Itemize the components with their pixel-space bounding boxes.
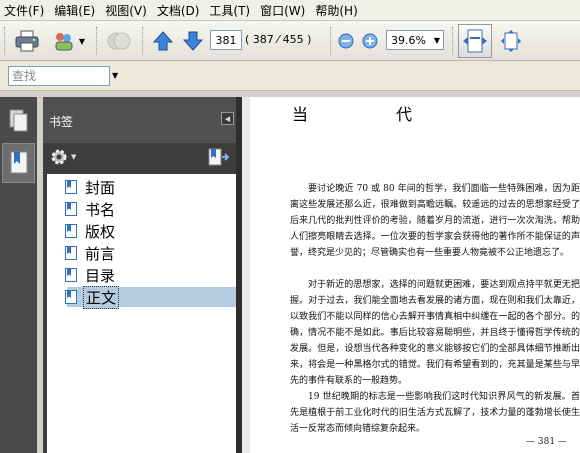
menu-edit[interactable]: 编辑(E) [54,2,95,19]
collaborate-icon [55,33,73,51]
bookmark-label: 前言 [85,244,116,263]
zoom-out-button[interactable] [336,27,356,55]
security-button[interactable] [104,27,134,55]
find-bar: 查找 ▼ [0,61,580,91]
toolbar: ▼ 381 ( 387 ⁄ 455 ) 39.6% ▼ [0,21,580,61]
bookmark-label: 版权 [85,222,116,241]
pdf-page[interactable]: 当 代 要讨论晚近 70 或 80 年间的哲学，我们面临一些特殊困难，因为距离这… [250,97,580,453]
bookmark-icon [10,151,27,174]
zoom-value: 39.6% [391,33,426,47]
gear-icon [51,149,67,165]
toolbar-grip[interactable] [4,27,7,55]
bookmark-item[interactable]: 封面 [65,177,117,197]
menu-window[interactable]: 窗口(W) [260,2,305,19]
bookmark-label: 正文 [83,285,120,309]
toolbar-grip[interactable] [330,27,333,55]
next-page-icon [182,31,204,51]
menu-file[interactable]: 文件(F) [4,2,44,19]
collaborate-button[interactable]: ▼ [48,27,88,55]
toolbar-grip[interactable] [96,27,99,55]
collapse-panel-button[interactable]: ◀ [221,112,234,125]
security-icon [107,32,131,50]
previous-page-button[interactable] [150,27,176,55]
panel-title: 书签 [49,115,74,129]
bookmark-item[interactable]: 书名 [65,199,117,219]
bookmarks-panel: 书签 ◀ ▼ 封面 书名 版权 前言 目录 正文 [43,97,239,453]
bookmark-label: 目录 [85,266,116,285]
find-input[interactable]: 查找 [8,66,110,86]
bookmark-item[interactable]: 版权 [65,221,117,241]
menu-document[interactable]: 文档(D) [157,2,200,19]
paragraph: 19 世纪晚期的标志是一些影响我们这时代知识界风气的新发展。首先是植根于前工业化… [290,392,580,434]
menu-tools[interactable]: 工具(T) [209,2,250,19]
bookmark-item[interactable]: 目录 [65,265,117,285]
next-page-button[interactable] [180,27,206,55]
expand-bookmark-button[interactable] [207,148,230,169]
navigation-strip [0,97,37,453]
bookmark-item-selected[interactable]: 正文 [65,285,120,309]
chevron-down-icon[interactable]: ▼ [112,71,118,80]
zoom-in-button[interactable] [360,27,380,55]
print-button[interactable] [12,27,42,55]
bookmark-item[interactable]: 前言 [65,243,117,263]
menu-bar: 文件(F) 编辑(E) 视图(V) 文档(D) 工具(T) 窗口(W) 帮助(H… [0,0,580,21]
bookmark-expand-icon [208,148,230,166]
page-number: — 381 — [526,437,567,447]
bookmark-icon [65,246,77,260]
fit-width-icon [463,29,487,53]
panel-header: 书签 ◀ [43,97,239,143]
zoom-select[interactable]: 39.6% ▼ [386,30,444,50]
menu-help[interactable]: 帮助(H) [315,2,357,19]
bookmark-icon [65,224,77,238]
chevron-down-icon: ▼ [71,153,77,161]
bookmark-icon [65,268,77,282]
previous-page-icon [152,31,174,51]
print-icon [15,30,39,52]
chevron-down-icon: ▼ [78,36,86,46]
bookmark-icon [65,202,77,216]
bookmark-label: 书名 [85,200,116,219]
current-page-input[interactable]: 381 [210,30,242,50]
fit-width-button[interactable] [458,24,492,58]
bookmark-icon [65,290,77,304]
pages-icon [9,109,27,132]
bookmarks-button[interactable] [2,143,35,183]
panel-toolbar: ▼ [43,143,239,173]
chevron-down-icon[interactable]: ▼ [431,36,443,45]
toolbar-grip[interactable] [452,27,455,55]
bookmark-icon [65,180,77,194]
zoom-out-icon [338,33,354,49]
zoom-in-icon [362,33,378,49]
pages-button[interactable] [2,101,35,141]
fit-page-icon [501,30,521,52]
paragraph: 要讨论晚近 70 或 80 年间的哲学，我们面临一些特殊困难，因为距离这些发展还… [290,184,580,258]
page-count: ( 387 ⁄ 455 ) [245,33,312,46]
options-button[interactable]: ▼ [49,147,76,167]
toolbar-grip[interactable] [142,27,145,55]
menu-view[interactable]: 视图(V) [105,2,147,19]
paragraph: 对于新近的思想家，选择的问题就更困难，要达到观点持平就更无把握。对于过去，我们能… [290,280,580,386]
bookmark-label: 封面 [85,178,116,197]
fit-page-button[interactable] [497,27,525,55]
page-heading: 当 代 [292,105,449,124]
bookmark-list: 封面 书名 版权 前言 目录 正文 [47,174,237,453]
